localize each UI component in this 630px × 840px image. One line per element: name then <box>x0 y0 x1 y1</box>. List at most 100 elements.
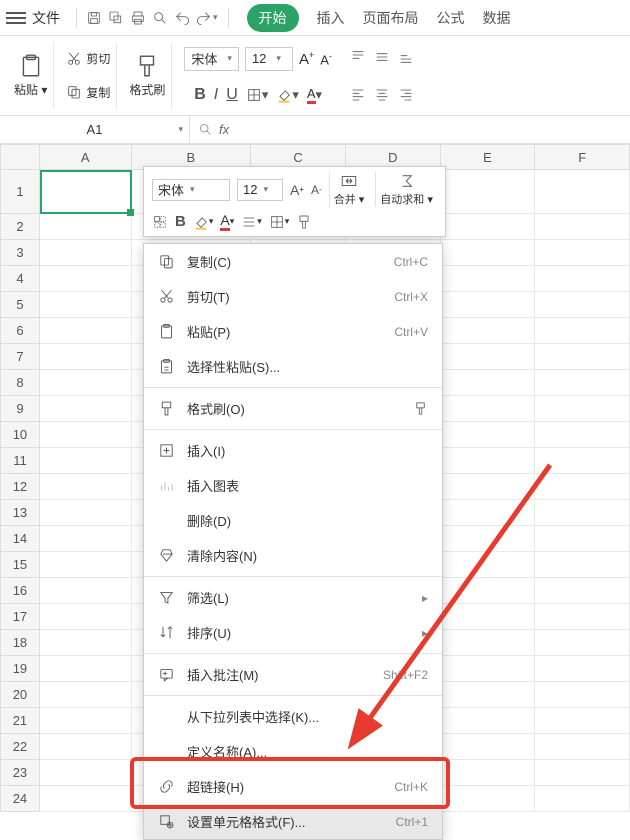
mini-autosum-button[interactable]: 自动求和 ▾ <box>375 172 437 207</box>
row-header[interactable]: 2 <box>0 214 40 240</box>
format-painter-button[interactable]: 格式刷 <box>129 53 165 98</box>
cell[interactable] <box>40 578 132 604</box>
increase-font-icon[interactable]: A+ <box>299 50 314 68</box>
borders-button[interactable]: ▾ <box>246 87 269 103</box>
cell[interactable] <box>535 630 630 656</box>
cell[interactable] <box>535 240 630 266</box>
cell[interactable] <box>441 474 536 500</box>
cell[interactable] <box>40 526 132 552</box>
mini-merge-button[interactable]: 合并 ▾ <box>329 172 369 207</box>
cell[interactable] <box>535 604 630 630</box>
ctx-cut[interactable]: 剪切(T)Ctrl+X <box>144 279 442 314</box>
redo-icon[interactable] <box>193 7 215 29</box>
mini-font-size[interactable]: 12▾ <box>237 179 283 201</box>
ctx-paste[interactable]: 粘贴(P)Ctrl+V <box>144 314 442 349</box>
mini-bold-button[interactable]: B <box>175 213 186 230</box>
cell[interactable] <box>40 318 132 344</box>
row-header[interactable]: 12 <box>0 474 40 500</box>
ctx-clear[interactable]: 清除内容(N) <box>144 538 442 573</box>
row-header[interactable]: 16 <box>0 578 40 604</box>
cell[interactable] <box>535 344 630 370</box>
cell[interactable] <box>40 292 132 318</box>
cell[interactable] <box>441 630 536 656</box>
ctx-from-dropdown[interactable]: 从下拉列表中选择(K)... <box>144 699 442 734</box>
tab-data[interactable]: 数据 <box>483 8 511 28</box>
menu-file[interactable]: 文件 <box>32 8 60 28</box>
bold-button[interactable]: B <box>194 86 206 104</box>
cell[interactable] <box>40 708 132 734</box>
cell[interactable] <box>441 786 536 812</box>
cell[interactable] <box>441 604 536 630</box>
row-header[interactable]: 24 <box>0 786 40 812</box>
ctx-filter[interactable]: 筛选(L)▸ <box>144 580 442 615</box>
font-color-button[interactable]: A▾ <box>307 86 322 104</box>
mini-select-icon[interactable] <box>152 214 168 230</box>
row-header[interactable]: 7 <box>0 344 40 370</box>
cell[interactable] <box>535 500 630 526</box>
cell[interactable] <box>40 552 132 578</box>
cell[interactable] <box>535 786 630 812</box>
align-center-icon[interactable] <box>374 86 390 102</box>
mini-format-painter-icon[interactable] <box>296 214 312 230</box>
cell[interactable] <box>40 422 132 448</box>
cell[interactable] <box>535 578 630 604</box>
ctx-copy[interactable]: 复制(C)Ctrl+C <box>144 244 442 279</box>
save-icon[interactable] <box>83 7 105 29</box>
ctx-comment[interactable]: 插入批注(M)Shift+F2 <box>144 657 442 692</box>
mini-font-family[interactable]: 宋体▾ <box>152 179 230 201</box>
row-header[interactable]: 3 <box>0 240 40 266</box>
undo-icon[interactable] <box>171 7 193 29</box>
qat-dropdown-icon[interactable]: ▾ <box>213 12 218 23</box>
row-header[interactable]: 13 <box>0 500 40 526</box>
print-preview-icon[interactable] <box>149 7 171 29</box>
cell[interactable] <box>535 526 630 552</box>
ctx-hyperlink[interactable]: 超链接(H)Ctrl+K <box>144 769 442 804</box>
copy-button[interactable]: 复制 <box>66 84 110 101</box>
row-header[interactable]: 10 <box>0 422 40 448</box>
cell[interactable] <box>40 214 132 240</box>
mini-increase-font-icon[interactable]: A+ <box>290 182 304 198</box>
cell[interactable] <box>535 656 630 682</box>
italic-button[interactable]: I <box>214 86 218 104</box>
cell[interactable] <box>40 734 132 760</box>
cell[interactable] <box>441 708 536 734</box>
mini-borders-button[interactable]: ▾ <box>269 214 290 230</box>
cell[interactable] <box>441 552 536 578</box>
tab-formula[interactable]: 公式 <box>437 8 465 28</box>
tab-layout[interactable]: 页面布局 <box>363 8 419 28</box>
ctx-format-cells[interactable]: 设置单元格格式(F)...Ctrl+1 <box>144 804 442 839</box>
cell[interactable] <box>441 240 536 266</box>
cell[interactable] <box>441 578 536 604</box>
cell[interactable] <box>535 318 630 344</box>
row-header[interactable]: 15 <box>0 552 40 578</box>
fill-color-button[interactable]: ▾ <box>276 87 299 103</box>
cell[interactable] <box>441 760 536 786</box>
align-middle-icon[interactable] <box>374 49 390 65</box>
cell[interactable] <box>441 396 536 422</box>
cell[interactable] <box>535 422 630 448</box>
cell[interactable] <box>40 682 132 708</box>
row-header[interactable]: 8 <box>0 370 40 396</box>
select-all-corner[interactable] <box>0 144 40 170</box>
ctx-format-painter[interactable]: 格式刷(O) <box>144 391 442 426</box>
cell[interactable] <box>535 448 630 474</box>
cell[interactable] <box>40 240 132 266</box>
menu-burger-icon[interactable] <box>6 12 26 24</box>
cell[interactable] <box>40 170 132 214</box>
cell[interactable] <box>535 370 630 396</box>
cell[interactable] <box>40 474 132 500</box>
col-header-f[interactable]: F <box>535 144 630 170</box>
paste-button[interactable]: 粘贴 ▾ <box>14 53 47 98</box>
print-icon[interactable] <box>127 7 149 29</box>
row-header[interactable]: 9 <box>0 396 40 422</box>
row-header[interactable]: 18 <box>0 630 40 656</box>
cell[interactable] <box>535 214 630 240</box>
tab-start[interactable]: 开始 <box>247 4 299 32</box>
cell[interactable] <box>40 370 132 396</box>
underline-button[interactable]: U <box>226 86 238 104</box>
cell[interactable] <box>441 318 536 344</box>
row-header[interactable]: 23 <box>0 760 40 786</box>
cell[interactable] <box>441 526 536 552</box>
cell[interactable] <box>535 266 630 292</box>
ctx-insert[interactable]: 插入(I) <box>144 433 442 468</box>
